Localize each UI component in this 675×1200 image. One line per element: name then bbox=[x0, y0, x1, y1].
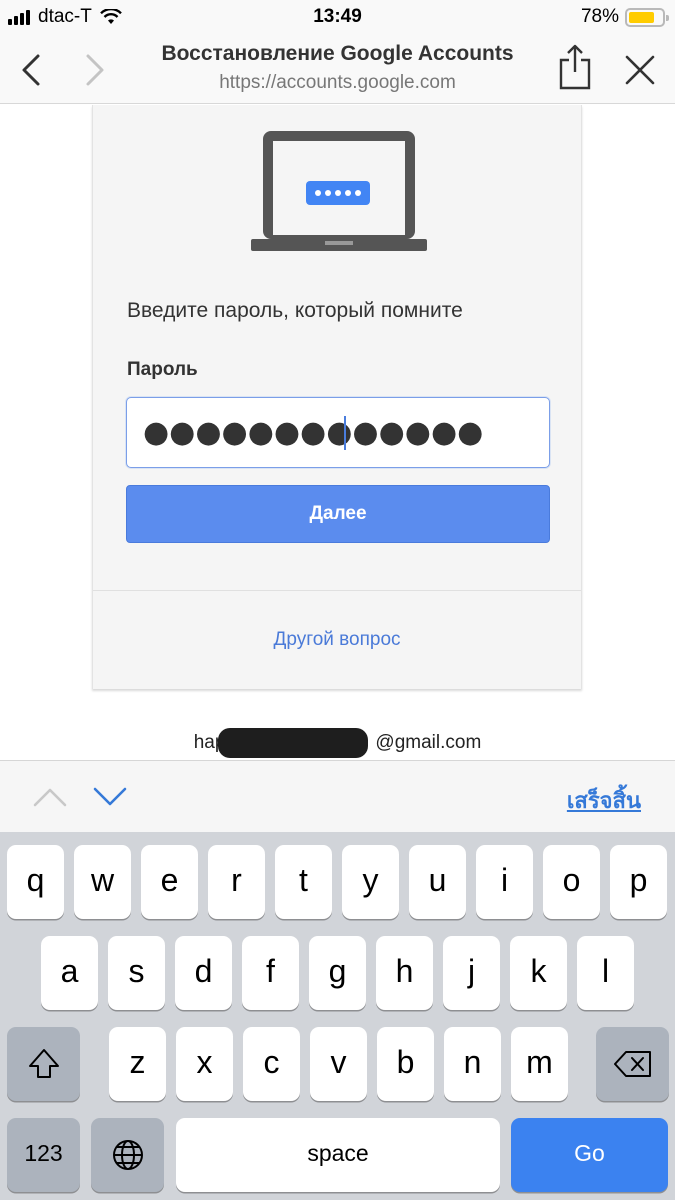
share-icon[interactable] bbox=[556, 42, 594, 92]
key-f[interactable]: f bbox=[242, 936, 299, 1010]
battery-percent: 78% bbox=[580, 6, 619, 27]
key-v[interactable]: v bbox=[310, 1027, 367, 1101]
globe-key[interactable] bbox=[91, 1118, 164, 1192]
battery-cap bbox=[666, 14, 669, 21]
chevron-up-icon[interactable] bbox=[33, 785, 67, 809]
key-i[interactable]: i bbox=[476, 845, 533, 919]
key-r[interactable]: r bbox=[208, 845, 265, 919]
key-d[interactable]: d bbox=[175, 936, 232, 1010]
password-prompt: Введите пароль, который помните bbox=[127, 299, 463, 322]
key-c[interactable]: c bbox=[243, 1027, 300, 1101]
back-chevron-icon[interactable] bbox=[16, 50, 46, 90]
go-key[interactable]: Go bbox=[511, 1118, 668, 1192]
keyboard-row-2: asdfghjkl bbox=[0, 936, 675, 1012]
next-button[interactable]: Далее bbox=[126, 485, 550, 543]
other-question-link[interactable]: Другой вопрос bbox=[93, 629, 581, 651]
laptop-password-icon bbox=[251, 131, 427, 251]
keyboard-accessory-bar: เสร็จสิ้น bbox=[0, 760, 675, 832]
browser-nav-bar: Восстановление Google Accounts https://a… bbox=[0, 36, 675, 104]
key-t[interactable]: t bbox=[275, 845, 332, 919]
key-o[interactable]: o bbox=[543, 845, 600, 919]
key-l[interactable]: l bbox=[577, 936, 634, 1010]
redaction-mark bbox=[218, 728, 368, 758]
key-j[interactable]: j bbox=[443, 936, 500, 1010]
screen: dtac-T 13:49 78% Восстановление Google A… bbox=[0, 0, 675, 1200]
keyboard-row-1: qwertyuiop bbox=[0, 845, 675, 921]
key-b[interactable]: b bbox=[377, 1027, 434, 1101]
keyboard: qwertyuiop asdfghjkl zxcvbnm 123 space G… bbox=[0, 832, 675, 1200]
password-input[interactable]: ●●●●●●●●●●●●● bbox=[126, 397, 550, 468]
key-w[interactable]: w bbox=[74, 845, 131, 919]
key-a[interactable]: a bbox=[41, 936, 98, 1010]
web-page: Введите пароль, который помните Пароль ●… bbox=[0, 105, 675, 760]
status-right: 78% bbox=[580, 6, 669, 28]
key-q[interactable]: q bbox=[7, 845, 64, 919]
delete-key[interactable] bbox=[596, 1027, 669, 1101]
password-label: Пароль bbox=[127, 359, 198, 380]
chevron-down-icon[interactable] bbox=[93, 785, 127, 809]
key-g[interactable]: g bbox=[309, 936, 366, 1010]
key-h[interactable]: h bbox=[376, 936, 433, 1010]
globe-icon bbox=[112, 1140, 143, 1170]
text-caret bbox=[344, 416, 346, 450]
keyboard-row-4: 123 space Go bbox=[0, 1118, 675, 1194]
shift-icon bbox=[28, 1049, 59, 1078]
email-suffix: @gmail.com bbox=[375, 732, 482, 753]
keyboard-row-3: zxcvbnm bbox=[0, 1027, 675, 1103]
close-icon[interactable] bbox=[622, 52, 658, 88]
shift-key[interactable] bbox=[7, 1027, 80, 1101]
key-y[interactable]: y bbox=[342, 845, 399, 919]
key-e[interactable]: e bbox=[141, 845, 198, 919]
battery-icon bbox=[625, 7, 669, 27]
key-u[interactable]: u bbox=[409, 845, 466, 919]
done-button[interactable]: เสร็จสิ้น bbox=[567, 783, 641, 818]
page-title: Восстановление Google Accounts bbox=[161, 42, 514, 65]
password-value: ●●●●●●●●●●●●● bbox=[143, 415, 484, 450]
delete-icon bbox=[613, 1051, 651, 1077]
key-n[interactable]: n bbox=[444, 1027, 501, 1101]
key-z[interactable]: z bbox=[109, 1027, 166, 1101]
numbers-key[interactable]: 123 bbox=[7, 1118, 80, 1192]
space-key[interactable]: space bbox=[176, 1118, 500, 1192]
card-divider bbox=[93, 590, 581, 591]
page-url: https://accounts.google.com bbox=[219, 72, 456, 93]
key-k[interactable]: k bbox=[510, 936, 567, 1010]
key-p[interactable]: p bbox=[610, 845, 667, 919]
status-time: 13:49 bbox=[313, 6, 362, 27]
key-x[interactable]: x bbox=[176, 1027, 233, 1101]
recovery-card: Введите пароль, который помните Пароль ●… bbox=[92, 105, 582, 689]
forward-chevron-icon[interactable] bbox=[80, 50, 110, 90]
key-m[interactable]: m bbox=[511, 1027, 568, 1101]
battery-fill bbox=[629, 11, 654, 23]
key-s[interactable]: s bbox=[108, 936, 165, 1010]
status-bar: dtac-T 13:49 78% bbox=[0, 0, 675, 36]
